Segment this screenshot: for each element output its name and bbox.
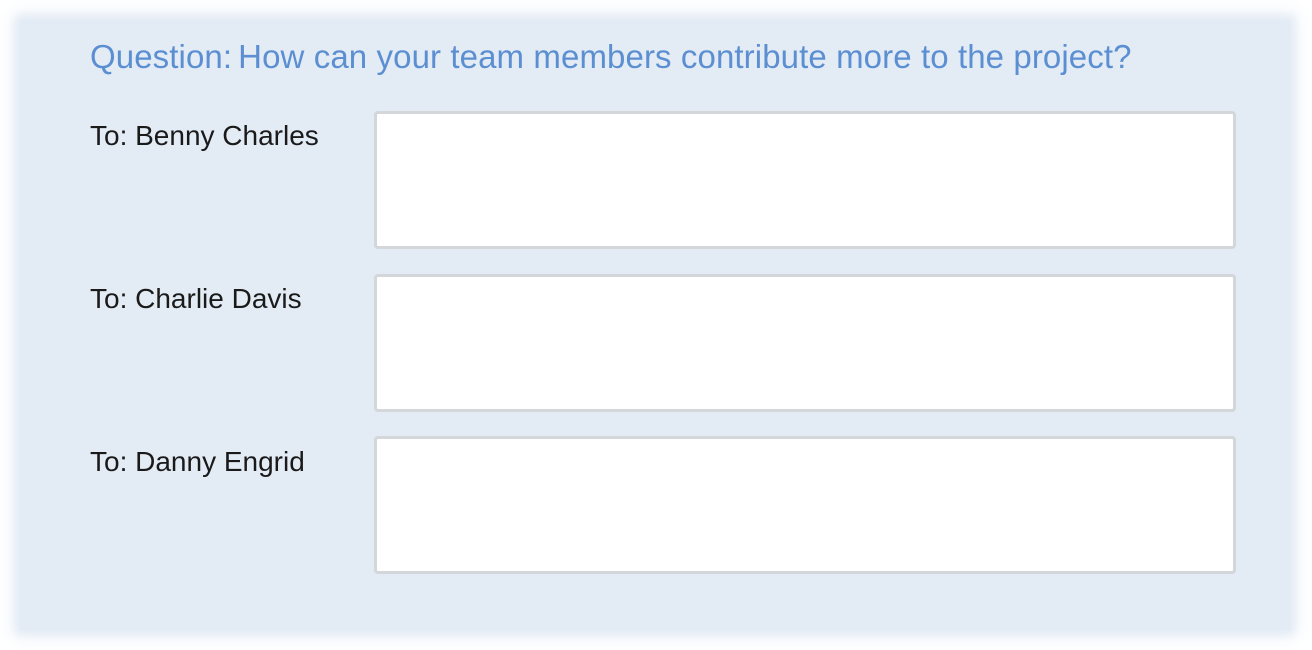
feedback-field-danny-engrid[interactable]: [374, 436, 1236, 574]
question-heading: Question: How can your team members contr…: [90, 38, 1132, 76]
feedback-field-benny-charles[interactable]: [374, 111, 1236, 249]
recipient-label-danny-engrid: To: Danny Engrid: [90, 446, 305, 477]
recipient-label-charlie-davis: To: Charlie Davis: [90, 283, 302, 314]
recipient-label-benny-charles: To: Benny Charles: [90, 120, 319, 151]
question-prefix: Question:: [90, 38, 233, 75]
feedback-panel: Question: How can your team members contr…: [20, 20, 1290, 630]
question-text: How can your team members contribute mor…: [238, 38, 1132, 75]
feedback-field-charlie-davis[interactable]: [374, 274, 1236, 412]
